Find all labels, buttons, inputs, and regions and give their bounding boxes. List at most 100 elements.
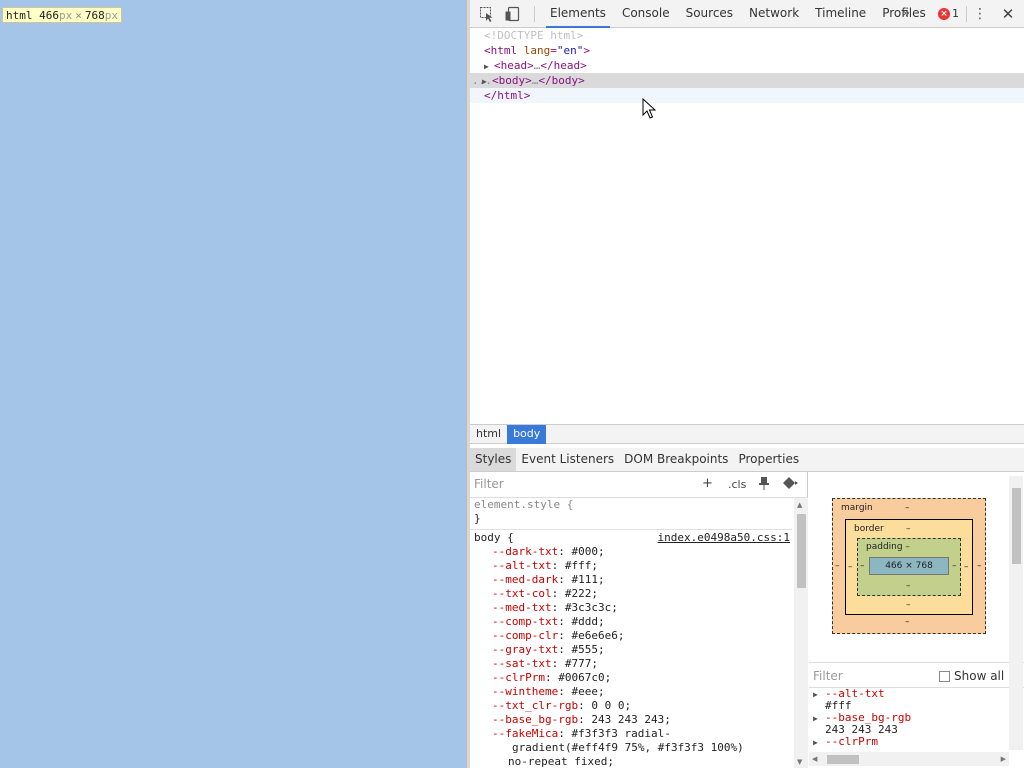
styles-filter-bar: Filter + .cls (470, 472, 808, 498)
box-model-border[interactable]: border – – – – padding – – – – 466 × 768 (845, 519, 973, 615)
dom-html-line[interactable]: <html lang="en"> (470, 43, 1024, 58)
computed-filter-input[interactable]: Filter (813, 669, 843, 683)
inspect-element-icon[interactable] (478, 5, 496, 23)
css-property[interactable]: --txt_clr-rgb: 0 0 0; (470, 699, 792, 713)
styles-scrollbar-thumb[interactable] (797, 514, 806, 588)
css-property[interactable]: --txt-col: #222; (470, 587, 792, 601)
css-value-continuation: gradient(#eff4f9 75%, #f3f3f3 100%) (512, 741, 744, 754)
breadcrumb-html[interactable]: html (470, 425, 507, 444)
expand-triangle-icon[interactable]: ▶ (484, 59, 494, 74)
margin-top-value: – (905, 503, 910, 513)
tab-dom-breakpoints[interactable]: DOM Breakpoints (619, 448, 733, 471)
computed-property[interactable]: ▶ --alt-txt #fff (809, 688, 1009, 712)
box-model-content[interactable]: 466 × 768 (869, 557, 949, 575)
css-property[interactable]: --comp-clr: #e6e6e6; (470, 629, 792, 643)
breadcrumb: html body (470, 424, 1024, 444)
html-open-end: > (583, 44, 590, 57)
computed-property[interactable]: ▶ --base_bg-rgb 243 243 243 (809, 712, 1009, 736)
dom-html-close-line[interactable]: </html> (470, 88, 1024, 103)
computed-filter-bar: Filter Show all (809, 662, 1024, 688)
html-attr-name: lang (523, 44, 551, 57)
dom-doctype-line[interactable]: <!DOCTYPE html> (470, 28, 1024, 43)
selected-marker: ... (472, 74, 492, 87)
dom-body-line[interactable]: ...▶ <body>…</body> (470, 73, 1024, 88)
computed-scrollbar-thumb[interactable] (1012, 488, 1021, 564)
expand-triangle-icon: ▶ (813, 738, 818, 747)
tab-elements[interactable]: Elements (546, 0, 610, 28)
element-style-selector[interactable]: element.style { (470, 498, 792, 512)
padding-bottom-value: – (906, 581, 911, 591)
tab-styles[interactable]: Styles (470, 448, 517, 471)
error-count-badge[interactable]: × 1 (938, 7, 959, 20)
customize-menu-icon[interactable]: ⋮ (973, 5, 987, 23)
box-model-margin[interactable]: margin – – – – border – – – – padding – … (832, 498, 986, 634)
tab-properties[interactable]: Properties (733, 448, 804, 471)
more-tabs-chevron-icon[interactable]: » (902, 6, 910, 21)
border-bottom-value: – (906, 600, 911, 610)
tab-console[interactable]: Console (618, 0, 674, 28)
computed-horizontal-scrollbar-thumb[interactable] (827, 755, 859, 764)
devtools-toolbar: Elements Console Sources Network Timelin… (470, 0, 1024, 28)
body-selector[interactable]: body { (474, 531, 514, 544)
expand-triangle-icon[interactable]: ▶ (482, 74, 492, 89)
tooltip-tag: html (6, 9, 33, 22)
css-value-continuation: no-repeat fixed; (508, 755, 614, 768)
styles-rules: element.style { } body { index.e0498a50.… (470, 498, 792, 768)
breadcrumb-body[interactable]: body (507, 425, 547, 444)
css-property[interactable]: --wintheme: #eee; (470, 685, 792, 699)
show-all-checkbox[interactable] (939, 670, 950, 682)
devtools-panel: Elements Console Sources Network Timelin… (470, 0, 1024, 768)
css-property[interactable]: --sat-txt: #777; (470, 657, 792, 671)
css-property[interactable]: --med-dark: #111; (470, 573, 792, 587)
css-property[interactable]: --gray-txt: #555; (470, 643, 792, 657)
styles-scrollbar[interactable]: ▲ ▼ (794, 498, 808, 768)
border-left-value: – (848, 562, 853, 572)
tab-network[interactable]: Network (745, 0, 803, 28)
body-open-tag: <body> (492, 74, 532, 87)
html-close-tag: </html> (484, 89, 531, 102)
css-property[interactable]: --comp-txt: #ddd; (470, 615, 792, 629)
pin-icon[interactable] (758, 476, 770, 494)
tab-timeline[interactable]: Timeline (811, 0, 870, 28)
css-property[interactable]: --fakeMica: #f3f3f3 radial- (470, 727, 792, 741)
device-mode-icon[interactable] (504, 5, 522, 23)
computed-horizontal-scrollbar[interactable]: ◀ ▶ (809, 752, 1009, 766)
tab-sources[interactable]: Sources (682, 0, 737, 28)
tab-event-listeners[interactable]: Event Listeners (516, 448, 619, 471)
css-property[interactable]: --base_bg-rgb: 243 243 243; (470, 713, 792, 727)
padding-right-value: – (952, 561, 957, 571)
computed-property[interactable]: ▶ --clrPrm (809, 736, 1009, 750)
computed-properties-list: ▶ --alt-txt #fff ▶ --base_bg-rgb 243 243 2… (809, 688, 1009, 750)
head-close-tag: </head> (540, 59, 587, 72)
color-format-icon[interactable] (782, 476, 798, 494)
dom-head-line[interactable]: ▶ <head>…</head> (470, 58, 1024, 73)
border-right-value: – (964, 562, 969, 572)
tooltip-height-unit: px (104, 9, 118, 22)
page-viewport: html 466px × 768px (0, 0, 466, 768)
html-open-tag: <html (484, 44, 518, 57)
error-icon: × (938, 7, 950, 20)
stylesheet-source-link[interactable]: index.e0498a50.css:1 (658, 531, 790, 545)
box-model-padding[interactable]: padding – – – – 466 × 768 (857, 538, 961, 596)
mouse-cursor-icon (642, 98, 656, 119)
show-all-toggle[interactable]: Show all (939, 669, 1004, 683)
box-model-diagram: margin – – – – border – – – – padding – … (832, 498, 986, 634)
close-devtools-icon[interactable]: ✕ (1000, 5, 1016, 23)
css-property[interactable]: --med-txt: #3c3c3c; (470, 601, 792, 615)
element-style-rule: element.style { } (470, 498, 792, 526)
css-property[interactable]: --dark-txt: #000; (470, 545, 792, 559)
tooltip-height: 768 (84, 9, 105, 22)
expand-triangle-icon: ▶ (813, 714, 818, 723)
css-property[interactable]: --clrPrm: #0067c0; (470, 671, 792, 685)
css-property[interactable]: --alt-txt: #fff; (470, 559, 792, 573)
cls-button[interactable]: .cls (728, 478, 746, 491)
body-rule: body { index.e0498a50.css:1 --dark-txt: … (470, 531, 792, 768)
tooltip-times: × (75, 9, 82, 22)
add-rule-icon[interactable]: + (702, 476, 713, 491)
dom-tree: <!DOCTYPE html> <html lang="en"> ▶ <head>… (470, 28, 1024, 424)
margin-label: margin (841, 503, 873, 513)
computed-scrollbar[interactable] (1009, 476, 1023, 750)
computed-pane: margin – – – – border – – – – padding – … (809, 472, 1024, 768)
panel-tabs: Elements Console Sources Network Timelin… (542, 0, 934, 28)
styles-filter-input[interactable]: Filter (474, 477, 504, 491)
